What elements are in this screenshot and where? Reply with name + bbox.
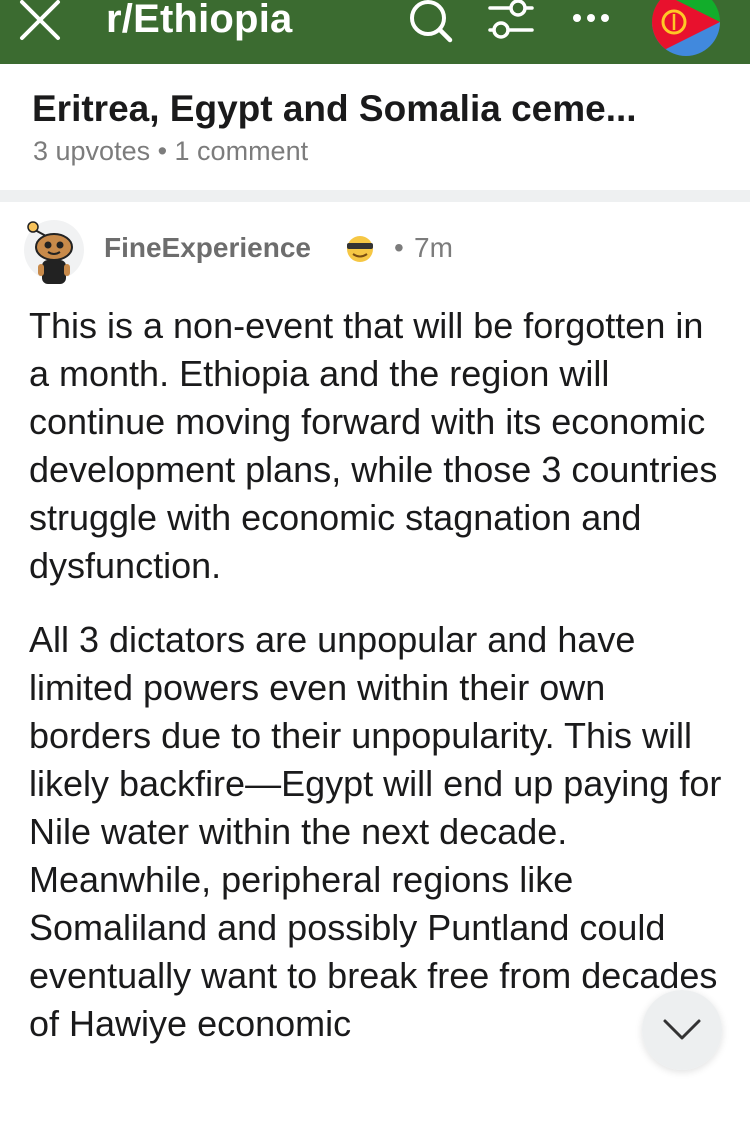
close-button[interactable] xyxy=(16,0,64,44)
community-avatar[interactable] xyxy=(652,0,720,56)
comment-age: 7m xyxy=(414,232,453,263)
snoo-avatar-icon xyxy=(24,220,84,284)
comment-body: This is a non-event that will be forgott… xyxy=(29,302,729,1074)
comment-paragraph: All 3 dictators are unpopular and have l… xyxy=(29,619,722,1044)
post-header: Eritrea, Egypt and Somalia ceme... 3 upv… xyxy=(0,64,750,192)
post-meta: 3 upvotes • 1 comment xyxy=(33,136,309,166)
flair-badge xyxy=(344,234,376,264)
search-icon xyxy=(410,0,453,43)
close-icon xyxy=(20,0,60,40)
post-title[interactable]: Eritrea, Egypt and Somalia ceme... xyxy=(32,88,722,130)
chevron-down-icon xyxy=(663,1019,701,1040)
search-button[interactable] xyxy=(406,0,456,44)
more-button[interactable] xyxy=(566,0,616,44)
user-avatar[interactable] xyxy=(22,210,86,290)
filter-button[interactable] xyxy=(486,0,536,44)
scroll-down-button[interactable] xyxy=(642,990,722,1070)
comment: FineExperience • 7m This is a non-event … xyxy=(0,202,750,1131)
comment-username[interactable]: FineExperience xyxy=(104,232,311,264)
cool-face-icon xyxy=(347,236,373,262)
more-icon xyxy=(573,14,609,22)
meta-separator: • xyxy=(394,232,404,263)
comment-paragraph: This is a non-event that will be forgott… xyxy=(29,305,718,586)
top-bar: r/Ethiopia xyxy=(0,0,750,64)
eritrea-flag-icon xyxy=(652,0,720,56)
filter-icon xyxy=(488,0,534,39)
section-divider xyxy=(0,190,750,202)
subreddit-name[interactable]: r/Ethiopia xyxy=(106,0,292,42)
